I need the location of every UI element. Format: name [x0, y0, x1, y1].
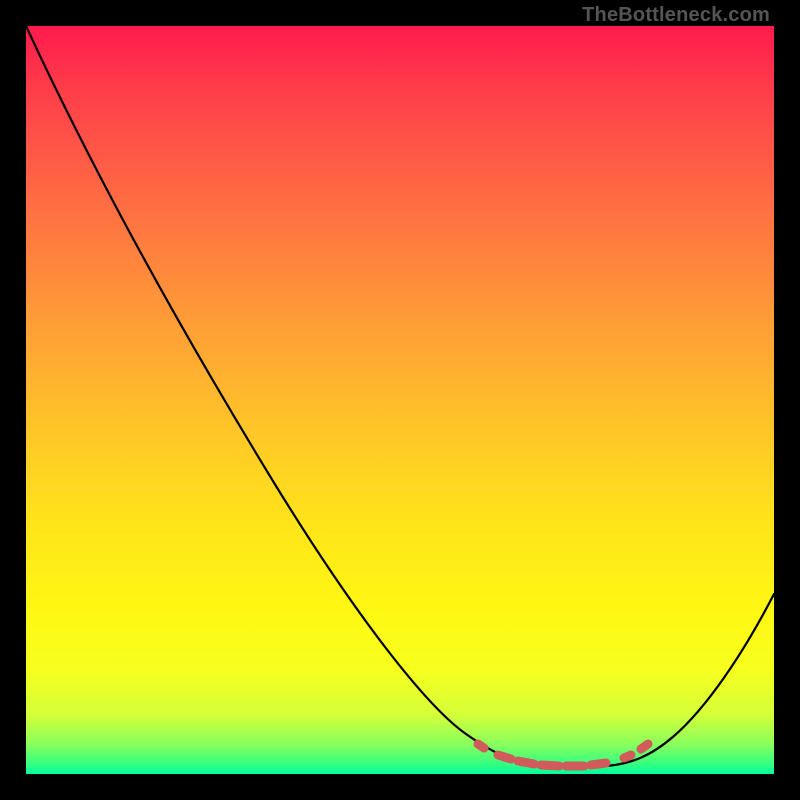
highlight-dash-3	[518, 761, 534, 764]
highlight-dash-6	[591, 763, 606, 765]
chart-svg	[26, 26, 774, 774]
chart-area	[26, 26, 774, 774]
highlight-dash-4	[541, 765, 559, 766]
credit-text: TheBottleneck.com	[582, 4, 770, 27]
highlight-dash-2	[498, 755, 511, 759]
highlight-dash-1	[478, 744, 484, 748]
highlight-dash-8	[641, 744, 648, 749]
curve-path	[26, 26, 774, 768]
highlight-dash-7	[624, 755, 631, 758]
